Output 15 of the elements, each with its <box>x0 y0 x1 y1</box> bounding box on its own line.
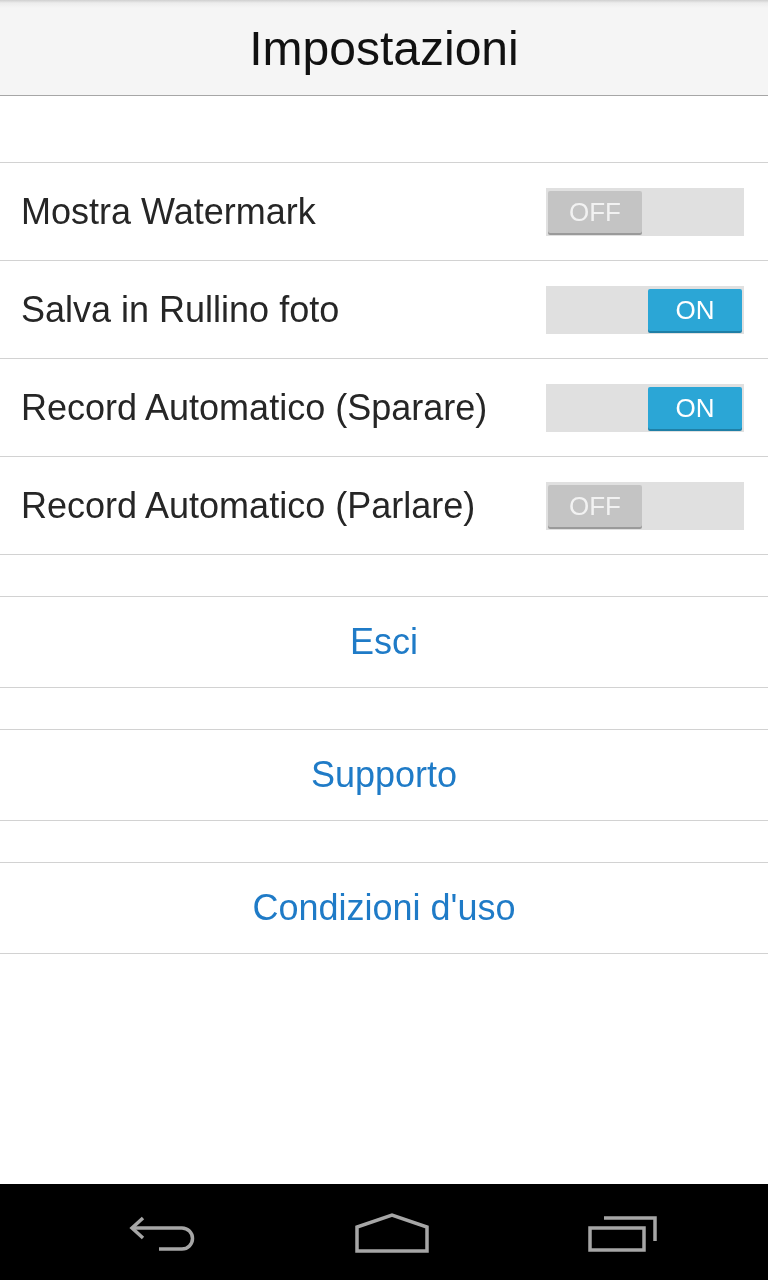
setting-label: Salva in Rullino foto <box>21 288 340 331</box>
menu-link[interactable]: Condizioni d'uso <box>0 862 768 954</box>
recent-apps-icon[interactable] <box>588 1216 658 1252</box>
setting-label: Record Automatico (Parlare) <box>21 484 476 527</box>
back-icon[interactable] <box>128 1216 196 1252</box>
toggle-thumb[interactable]: ON <box>648 288 742 331</box>
menu-link[interactable]: Supporto <box>0 729 768 821</box>
toggle-thumb[interactable]: ON <box>648 386 742 429</box>
setting-label: Record Automatico (Sparare) <box>21 386 488 429</box>
toggle-switch[interactable]: ON <box>546 383 744 432</box>
home-icon[interactable] <box>355 1213 429 1253</box>
menu-link[interactable]: Esci <box>0 596 768 688</box>
toggle-switch[interactable]: ON <box>546 285 744 334</box>
setting-label: Mostra Watermark <box>21 190 316 233</box>
screen-title: Impostazioni <box>249 20 519 76</box>
